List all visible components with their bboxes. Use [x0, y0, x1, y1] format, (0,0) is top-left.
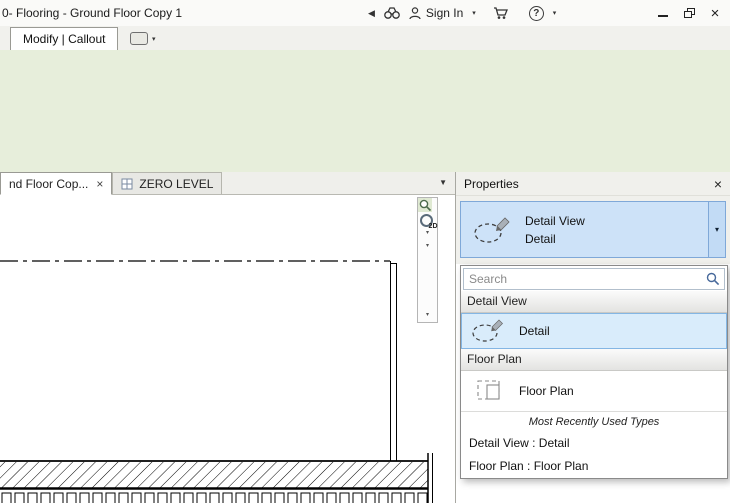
view-tab-ground-floor-label: nd Floor Cop...	[9, 176, 89, 191]
user-icon	[409, 6, 421, 20]
dropdown-item-floor-plan[interactable]: Floor Plan	[461, 371, 727, 411]
drawing-area[interactable]: × 2D ▾ ▾ ▾	[0, 195, 455, 503]
close-button[interactable]: ×	[702, 2, 728, 24]
window-controls: ×	[650, 0, 728, 26]
ribbon-panel-area	[0, 50, 730, 173]
help-dropdown-icon[interactable]: ▾	[553, 9, 557, 17]
group-header-floor-plan: Floor Plan	[461, 349, 727, 371]
help-icon[interactable]: ?	[528, 5, 544, 21]
type-name-label: Detail	[525, 231, 556, 246]
restore-icon	[683, 8, 695, 18]
ribbon-tab-bar: Modify | Callout ▾	[0, 26, 730, 50]
drawing-region: nd Floor Cop... × ZERO LEVEL ▼ 2D ▾ ▾ ▾	[0, 172, 455, 503]
ribbon-state-button[interactable]: ▾	[130, 32, 156, 45]
mru-header: Most Recently Used Types	[461, 411, 727, 432]
search-icon	[706, 272, 720, 286]
steering-wheel-icon[interactable]: 2D	[419, 212, 438, 230]
plan-view-icon	[121, 178, 133, 190]
navbar-more-icon[interactable]: ▾	[426, 312, 429, 319]
sign-in-button[interactable]: Sign In	[409, 6, 463, 20]
tab-modify-callout-label: Modify | Callout	[23, 32, 106, 46]
mru-item-floor-plan[interactable]: Floor Plan : Floor Plan	[461, 455, 727, 478]
type-selector[interactable]: Detail View Detail ▾	[460, 201, 726, 258]
type-selector-dropdown: Detail View Detail Floor Plan	[460, 265, 728, 479]
binoculars-search-icon[interactable]	[384, 7, 400, 19]
dropdown-item-floor-plan-label: Floor Plan	[519, 384, 574, 398]
window-title: 0- Flooring - Ground Floor Copy 1	[2, 6, 183, 20]
sign-in-label: Sign In	[425, 6, 464, 20]
view-tab-ground-floor[interactable]: nd Floor Cop... ×	[0, 172, 113, 195]
floor-plan-type-icon	[465, 376, 513, 406]
tab-list-icon[interactable]: ▼	[439, 178, 447, 187]
ribbon-state-dropdown-icon: ▾	[152, 35, 156, 43]
revit-window: 0- Flooring - Ground Floor Copy 1 ◀ Sign…	[0, 0, 730, 503]
mru-item-detail[interactable]: Detail View : Detail	[461, 432, 727, 455]
restore-button[interactable]	[676, 2, 702, 24]
sign-in-dropdown-icon[interactable]: ▾	[472, 9, 476, 17]
cart-icon[interactable]	[493, 6, 508, 20]
wheel-dropdown-icon[interactable]: ▾	[426, 230, 429, 237]
detail-type-icon	[465, 316, 513, 346]
view-tab-zero-level[interactable]: ZERO LEVEL	[112, 172, 223, 194]
minimize-button[interactable]	[650, 2, 676, 24]
dropdown-item-detail-label: Detail	[519, 324, 550, 338]
search-input[interactable]	[463, 268, 725, 290]
type-selector-text: Detail View Detail	[525, 214, 585, 246]
title-bar: 0- Flooring - Ground Floor Copy 1 ◀ Sign…	[0, 0, 730, 26]
tab-modify-callout[interactable]: Modify | Callout	[10, 27, 119, 50]
type-selector-zone: Detail View Detail ▾	[456, 196, 730, 264]
minimize-icon	[658, 15, 668, 17]
floor-plan-drawing	[0, 260, 433, 503]
callout-panel-icon	[130, 32, 148, 45]
back-arrow-icon[interactable]: ◀	[368, 8, 375, 19]
type-selector-dropdown-icon[interactable]: ▾	[708, 202, 725, 257]
navigation-bar: × 2D ▾ ▾ ▾	[417, 197, 438, 323]
properties-title: Properties	[464, 176, 519, 191]
properties-close-icon[interactable]: ×	[714, 177, 722, 191]
detail-view-icon	[461, 212, 525, 248]
view-tab-bar: nd Floor Cop... × ZERO LEVEL ▼	[0, 172, 455, 195]
properties-header: Properties ×	[456, 172, 730, 196]
zoom-dropdown-icon[interactable]: ▾	[426, 243, 429, 250]
type-family-label: Detail View	[525, 213, 585, 228]
group-header-detail-view: Detail View	[461, 291, 727, 313]
wheel-2d-label: 2D	[428, 223, 438, 230]
title-bar-tools: ◀ Sign In ▾ ? ▾	[368, 0, 556, 26]
properties-palette: Properties × Detail View Detail ▾ Search…	[455, 172, 730, 503]
view-tab-zero-level-label: ZERO LEVEL	[139, 176, 214, 191]
close-view-icon[interactable]: ×	[96, 178, 103, 190]
dropdown-item-detail[interactable]: Detail	[461, 313, 727, 349]
search-row	[461, 266, 727, 291]
